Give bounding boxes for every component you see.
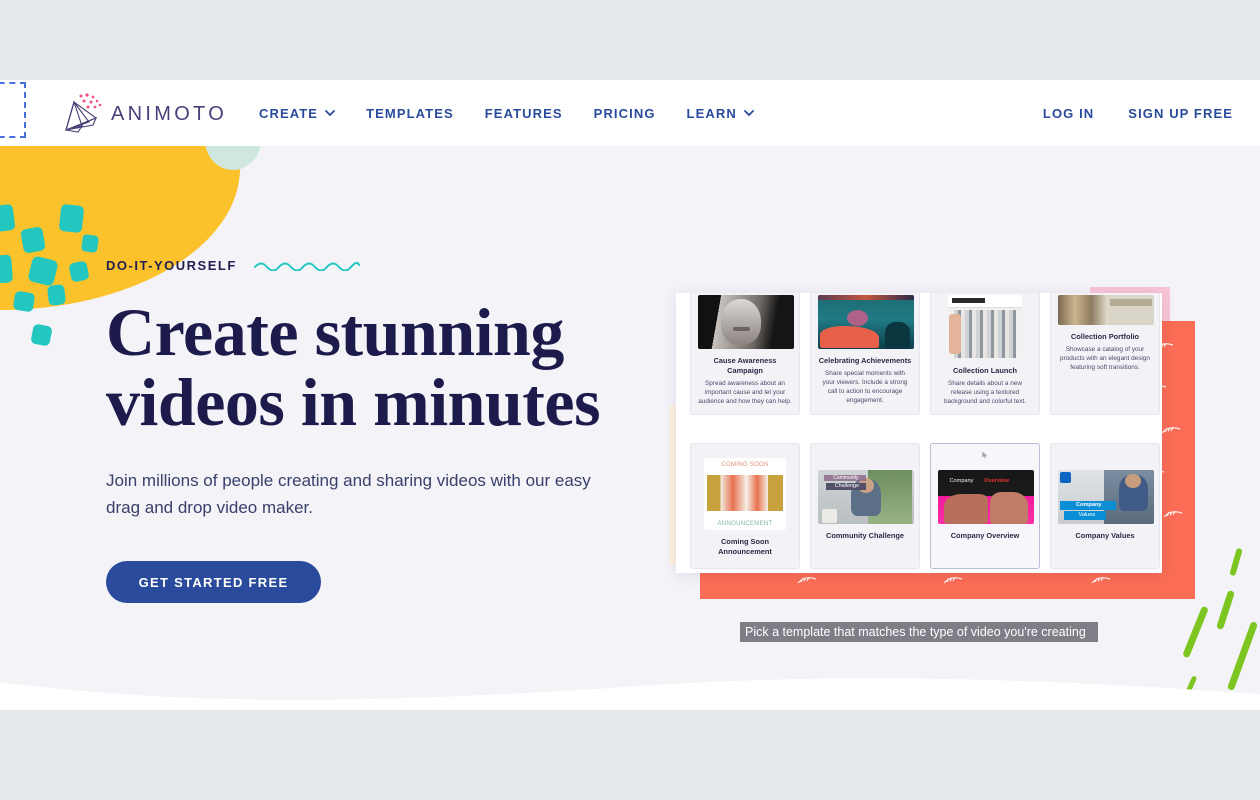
teal-chip-icon [68,260,90,283]
nav-item-learn[interactable]: LEARN [687,106,754,121]
template-card[interactable]: Community Challenge Community Challenge [810,443,920,569]
nav-item-templates[interactable]: TEMPLATES [366,106,454,121]
template-card[interactable]: Cause Awareness Campaign Spread awarenes… [690,293,800,415]
browser-chrome-bottom [0,710,1260,800]
site-viewport: ANIMOTO CREATE TEMPLATES FEATURES PRICIN… [0,80,1260,710]
green-brush-stroke-icon [1179,675,1198,707]
thumbnail-tag: Values [1063,511,1106,520]
cursor-icon [982,451,988,459]
template-card[interactable]: Celebrating Achievements Share special m… [810,293,920,415]
template-title: Community Challenge [825,531,905,540]
page-title: Create stunning videos in minutes [106,297,626,437]
template-card[interactable]: Collection Launch Share details about a … [930,293,1040,415]
templates-row: Cause Awareness Campaign Spread awarenes… [690,293,1160,425]
log-in-link[interactable]: LOG IN [1043,106,1094,121]
thumbnail-tag: Community [833,475,859,482]
template-card[interactable]: COMING SOON ANNOUNCEMENT Coming Soon Ann… [690,443,800,569]
template-title: Coming Soon Announcement [718,537,772,556]
nav-item-features[interactable]: FEATURES [485,106,563,121]
nav-label: PRICING [593,105,656,121]
bw-portrait-thumbnail [698,295,794,349]
teal-chip-icon [0,254,13,284]
teal-chip-icon [27,255,59,287]
nav-label: FEATURES [484,105,563,121]
handbags-thumbnail [1058,295,1154,325]
nav-label: LEARN [686,105,737,121]
chevron-down-icon [325,110,335,116]
eyebrow-row: DO-IT-YOURSELF [106,255,626,275]
chevron-down-icon [743,110,754,116]
wave-divider [0,678,1260,710]
sign-up-free-link[interactable]: SIGN UP FREE [1128,106,1233,121]
template-description: Share details about a new release using … [943,380,1027,405]
template-title: Collection Portfolio [1070,332,1140,341]
thumbnail-tag: Company [1059,501,1116,510]
teal-chip-icon [30,323,53,347]
template-description: Spread awareness about an important caus… [698,380,792,405]
thumbnail-tag: Overview [984,477,1009,484]
site-header: ANIMOTO CREATE TEMPLATES FEATURES PRICIN… [0,80,1260,146]
browser-chrome-top [0,0,1260,80]
squiggle-icon [253,261,360,271]
company-overview-thumbnail: Company Overview [938,470,1034,524]
nav-label: TEMPLATES [366,105,454,121]
template-card[interactable]: Company Values Company Values [1050,443,1160,569]
teal-chip-icon [12,290,36,313]
hero-eyebrow: DO-IT-YOURSELF [106,257,237,273]
company-values-thumbnail: Company Values [1058,470,1154,524]
nav-item-pricing[interactable]: PRICING [594,106,656,121]
headline-line-1: Create stunning [106,294,564,370]
nav-label: CREATE [259,105,319,121]
thumbnail-caption: COMING SOON [721,462,769,469]
green-brush-stroke-icon [1226,620,1259,692]
auth-links: LOG IN SIGN UP FREE [1043,80,1233,146]
animoto-fan-logo-icon [60,92,104,136]
green-brush-stroke-icon [1215,589,1236,631]
teal-chip-icon [58,203,85,234]
hero-subhead: Join millions of people creating and sha… [106,471,591,517]
thumbnail-caption: ANNOUNCEMENT [717,521,773,528]
template-card-selected[interactable]: Company Overview Company Overview [930,443,1040,569]
templates-app-screenshot: Cause Awareness Campaign Spread awarenes… [676,293,1162,573]
teal-chip-icon [80,233,100,254]
template-title: Company Overview [950,531,1020,540]
thumbnail-tag: Challenge [825,482,866,490]
main-navigation: CREATE TEMPLATES FEATURES PRICING LEARN [259,80,754,146]
template-title: Company Values [1075,531,1135,540]
template-card[interactable]: Collection Portfolio Showcase a catalog … [1050,293,1160,415]
green-brush-stroke-icon [1229,547,1243,577]
get-started-free-button[interactable]: GET STARTED FREE [106,561,321,603]
template-title: Celebrating Achievements [818,356,912,365]
nav-item-create[interactable]: CREATE [259,106,335,121]
template-title: Cause Awareness Campaign [713,356,777,375]
animoto-logo-text: ANIMOTO [111,102,228,125]
templates-grid: Cause Awareness Campaign Spread awarenes… [690,293,1160,573]
tooltip: Pick a template that matches the type of… [740,622,1098,642]
coming-soon-announcement-thumbnail: COMING SOON ANNOUNCEMENT [704,458,786,530]
template-description: Share special moments with your viewers.… [822,370,908,404]
templates-row: COMING SOON ANNOUNCEMENT Coming Soon Ann… [690,443,1160,573]
thumbnail-tag: Company [949,477,974,484]
teal-chip-icon [47,284,66,306]
clothing-rack-thumbnail [948,295,1022,359]
community-challenge-thumbnail: Community Challenge [818,470,914,524]
teal-night-scene-thumbnail [818,295,914,349]
template-description: Showcase a catalog of your products with… [1060,346,1150,371]
teal-chip-icon [20,226,46,254]
page-root: ANIMOTO CREATE TEMPLATES FEATURES PRICIN… [0,0,1260,800]
skip-link-focus-ring[interactable] [0,82,26,138]
template-title: Collection Launch [952,366,1018,375]
hero-copy: DO-IT-YOURSELF Create stunning videos in… [106,255,626,603]
animoto-logo[interactable]: ANIMOTO [60,90,224,138]
teal-chip-icon [0,203,16,233]
headline-line-2: videos in minutes [106,364,601,440]
product-screenshot-composition: Cause Awareness Campaign Spread awarenes… [670,285,1210,642]
